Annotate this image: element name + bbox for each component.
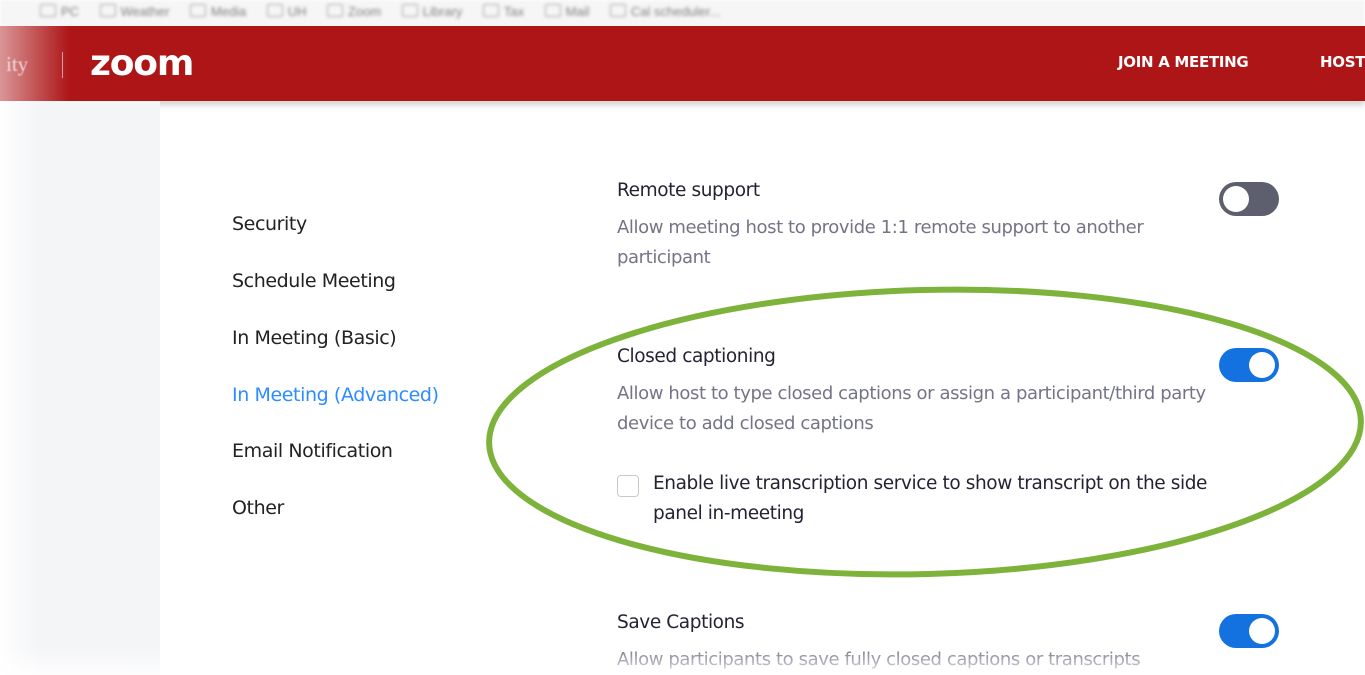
logo-divider [62,52,63,78]
save-captions-toggle[interactable] [1219,614,1279,648]
browser-bookmarks-bar: PC Weather Media UH Zoom Library Tax Mai… [0,0,1365,26]
calendar-icon [609,4,626,17]
setting-description: Allow meeting host to provide 1:1 remote… [617,217,1144,268]
folder-icon [482,4,499,17]
bookmark-item[interactable]: Cal scheduler... [609,4,720,19]
bookmark-item[interactable]: Media [189,4,246,19]
folder-icon [401,4,418,17]
page: PC Weather Media UH Zoom Library Tax Mai… [0,0,1365,675]
left-gutter [0,101,160,675]
setting-title: Closed captioning [617,346,776,367]
bookmark-item[interactable]: Library [401,4,462,19]
bookmark-item[interactable]: Weather [99,4,169,19]
toggle-knob [1223,186,1249,212]
folder-icon [266,4,283,17]
folder-icon [189,4,206,17]
join-meeting-link[interactable]: JOIN A MEETING [1118,53,1249,71]
bookmark-item[interactable]: Mail [544,4,589,19]
folder-icon [40,4,56,17]
setting-description: Allow host to type closed captions or as… [617,383,1206,434]
sidebar-item-schedule-meeting[interactable]: Schedule Meeting [232,270,396,292]
folder-icon [544,4,561,17]
sidebar-item-security[interactable]: Security [232,213,307,235]
header-bar: ity zoom JOIN A MEETING HOST [0,26,1365,101]
sidebar-item-other[interactable]: Other [232,497,284,519]
folder-icon [326,4,343,17]
live-transcription-checkbox[interactable] [617,475,639,497]
bookmark-item[interactable]: PC [40,4,79,19]
setting-description: Allow participants to save fully closed … [617,649,1141,670]
zoom-logo[interactable]: zoom [90,44,194,84]
sidebar-item-email-notification[interactable]: Email Notification [232,440,393,462]
host-meeting-link[interactable]: HOST [1320,53,1365,71]
setting-title: Save Captions [617,612,745,633]
remote-support-toggle[interactable] [1219,182,1279,216]
toggle-knob [1249,352,1275,378]
sidebar-item-in-meeting-advanced[interactable]: In Meeting (Advanced) [232,384,439,406]
org-name-fragment[interactable]: ity [6,52,28,77]
sidebar-item-in-meeting-basic[interactable]: In Meeting (Basic) [232,327,397,349]
bookmark-item[interactable]: Tax [482,4,524,19]
folder-icon [99,4,116,17]
highlight-ellipse [486,286,1364,578]
live-transcription-label[interactable]: Enable live transcription service to sho… [653,469,1213,529]
bookmark-item[interactable]: Zoom [326,4,381,19]
toggle-knob [1249,618,1275,644]
closed-captioning-toggle[interactable] [1219,348,1279,382]
setting-title: Remote support [617,180,760,201]
gutter-fade [0,101,40,675]
bookmark-item[interactable]: UH [266,4,307,19]
